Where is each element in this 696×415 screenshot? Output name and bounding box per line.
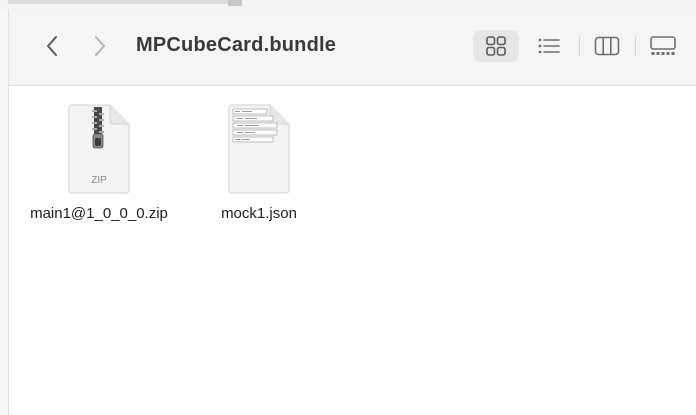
gallery-icon (650, 36, 676, 55)
window-title: MPCubeCard.bundle (136, 34, 337, 56)
toolbar-divider (579, 36, 580, 56)
grid-icon (486, 36, 506, 56)
column-view-button[interactable] (589, 30, 625, 62)
window-top-strip (0, 0, 696, 10)
file-name-label: main1@1_0_0_0.zip (30, 205, 168, 222)
toolbar: MPCubeCard.bundle (9, 10, 696, 86)
back-button[interactable] (39, 32, 65, 60)
gallery-view-button[interactable] (643, 30, 683, 62)
chevron-right-icon (95, 36, 105, 56)
tab-strip-segment (8, 0, 238, 4)
zip-type-label: ZIP (91, 175, 107, 186)
forward-button[interactable] (87, 32, 113, 60)
file-area: ZIP main1@1_0_0_0.zip mock1.json (9, 86, 696, 415)
list-view-button[interactable] (531, 30, 567, 62)
chevron-left-icon (47, 36, 57, 56)
icon-view-button[interactable] (473, 30, 519, 62)
finder-window: MPCubeCard.bundle ZIP main1@1_0_0_0.zip … (0, 0, 696, 415)
file-item-json[interactable]: mock1.json (184, 104, 334, 224)
json-file-icon (228, 104, 290, 194)
list-icon (538, 38, 560, 54)
tab-strip-marker (228, 0, 242, 6)
file-item-zip[interactable]: ZIP main1@1_0_0_0.zip (24, 104, 174, 224)
toolbar-divider (635, 36, 636, 56)
sidebar-edge (0, 10, 9, 415)
zip-file-icon: ZIP (68, 104, 130, 194)
file-name-label: mock1.json (221, 205, 297, 222)
columns-icon (594, 36, 620, 56)
